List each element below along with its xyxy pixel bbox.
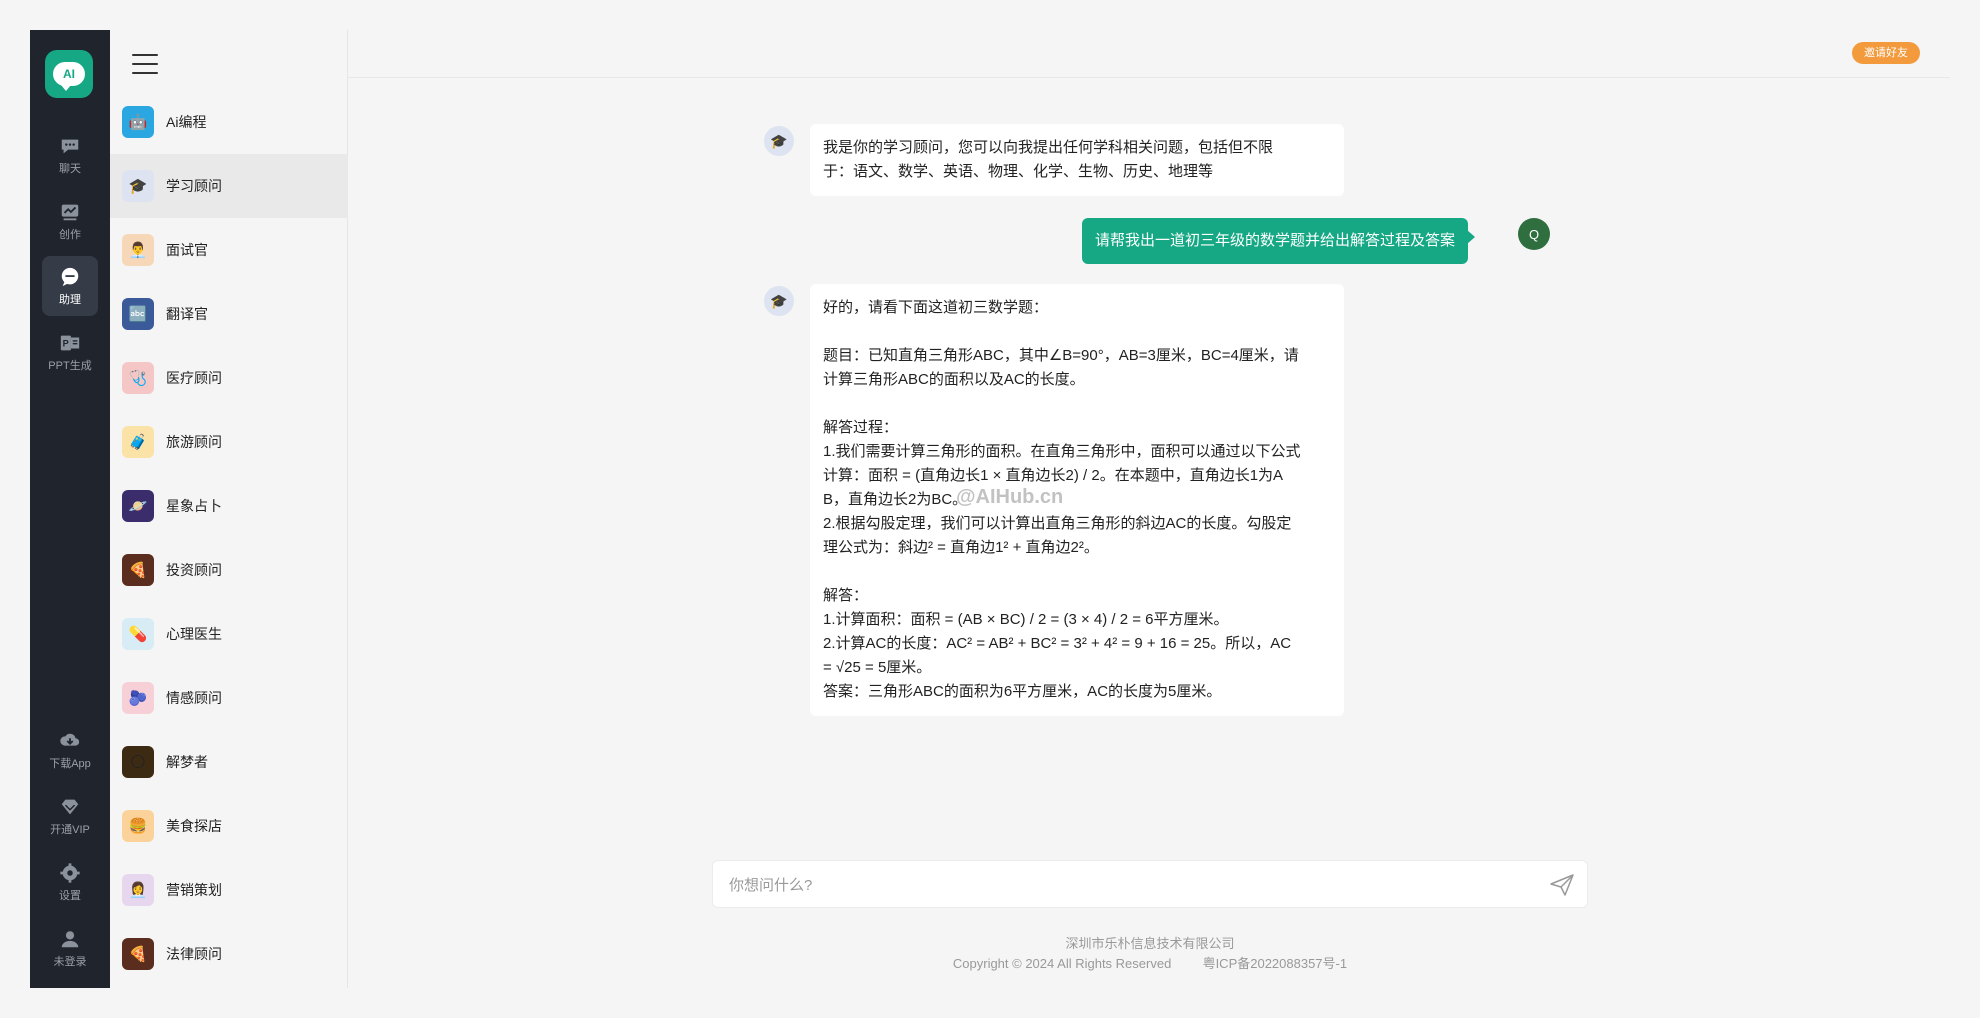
assistant-list-panel: 🤖 Ai编程 🎓 学习顾问 👨‍💼 面试官 🔤 翻译官 🩺 医疗顾问 🧳 旅游顾… [110, 30, 348, 988]
investment-icon: 🍕 [122, 554, 154, 586]
rail-item-label: 设置 [59, 889, 81, 902]
footer-icp-link[interactable]: 粤ICP备2022088357号-1 [1203, 956, 1348, 971]
assistant-label: 美食探店 [166, 818, 222, 834]
invite-friends-button[interactable]: 邀请好友 [1852, 42, 1920, 64]
rail-item-assistant[interactable]: 助理 [42, 256, 98, 316]
assistant-item[interactable]: 🍔 美食探店 [110, 794, 348, 858]
logo-text: AI [53, 62, 85, 91]
diamond-icon [61, 799, 79, 814]
moon-icon: 🌕 [122, 746, 154, 778]
assistant-item[interactable]: 🌕 解梦者 [110, 730, 348, 794]
assistant-label: 翻译官 [166, 306, 208, 322]
assistant-item[interactable]: 🍕 投资顾问 [110, 538, 348, 602]
rail-item-chat[interactable]: 聊天 [42, 125, 98, 185]
assistant-item[interactable]: 🩺 医疗顾问 [110, 346, 348, 410]
download-icon [60, 733, 80, 746]
rail-item-login[interactable]: 未登录 [42, 918, 98, 978]
assistant-label: 解梦者 [166, 754, 208, 770]
gear-icon [60, 862, 80, 883]
planet-icon: 🪐 [122, 490, 154, 522]
chart-icon [61, 204, 79, 220]
assistant-item[interactable]: 🍕 法律顾问 [110, 922, 348, 986]
menu-icon[interactable] [132, 54, 158, 74]
rail-item-vip[interactable]: 开通VIP [42, 786, 98, 846]
graduation-cap-icon: 🎓 [122, 170, 154, 202]
luggage-icon: 🧳 [122, 426, 154, 458]
footer-company: 深圳市乐朴信息技术有限公司 [1065, 936, 1235, 951]
ppt-icon: P [60, 335, 80, 350]
robot-icon: 🤖 [122, 106, 154, 138]
bot-avatar: 🎓 [764, 286, 794, 316]
burger-icon: 🍔 [122, 810, 154, 842]
top-bar: 邀请好友 [348, 30, 1950, 78]
user-message: 请帮我出一道初三年级的数学题并给出解答过程及答案 [1082, 218, 1476, 264]
app-window: AI 聊天 创作 助理 P PPT生成 下载App 开通VIP 设置 未登录 🤖… [30, 30, 1950, 988]
bot-avatar: 🎓 [764, 126, 794, 156]
rail-item-settings[interactable]: 设置 [42, 852, 98, 912]
assistant-item[interactable]: 💊 心理医生 [110, 602, 348, 666]
assistant-item[interactable]: 🔤 翻译官 [110, 282, 348, 346]
rail-item-download-app[interactable]: 下载App [42, 720, 98, 780]
assistant-label: 营销策划 [166, 882, 222, 898]
chat-input[interactable] [729, 873, 1529, 897]
assistant-item[interactable]: 🪐 星象占卜 [110, 474, 348, 538]
assistant-label: 面试官 [166, 242, 208, 258]
rail-item-label: 未登录 [53, 955, 87, 968]
rail-item-ppt[interactable]: P PPT生成 [42, 322, 98, 382]
assistant-item[interactable]: 🤖 Ai编程 [110, 90, 348, 154]
assistant-label: 学习顾问 [166, 178, 222, 194]
assistant-label: 星象占卜 [166, 498, 222, 514]
pill-icon: 💊 [122, 618, 154, 650]
assistant-item[interactable]: 🫐 情感顾问 [110, 666, 348, 730]
interviewer-icon: 👨‍💼 [122, 234, 154, 266]
law-icon: 🍕 [122, 938, 154, 970]
assistant-item[interactable]: 🧳 旅游顾问 [110, 410, 348, 474]
assistant-label: 投资顾问 [166, 562, 222, 578]
rail-item-label: 聊天 [59, 162, 81, 175]
assistant-label: 法律顾问 [166, 946, 222, 962]
user-avatar: Q [1518, 218, 1550, 250]
rail-item-create[interactable]: 创作 [42, 191, 98, 251]
bot-message: 我是你的学习顾问，您可以向我提出任何学科相关问题，包括但不限 于：语文、数学、英… [810, 124, 1344, 196]
user-icon [61, 930, 79, 947]
svg-text:P: P [63, 338, 69, 348]
chat-input-box[interactable] [712, 860, 1588, 908]
rail-item-label: 助理 [59, 293, 81, 306]
footer-legal: Copyright © 2024 All Rights Reserved 粤IC… [712, 953, 1588, 972]
rail-item-label: 开通VIP [50, 823, 90, 836]
rail-item-label: 下载App [49, 757, 91, 770]
assistant-label: 情感顾问 [166, 690, 222, 706]
translate-icon: 🔤 [122, 298, 154, 330]
rail-item-label: 创作 [59, 228, 81, 241]
rail-item-label: PPT生成 [48, 359, 92, 372]
emotion-icon: 🫐 [122, 682, 154, 714]
assistant-label: 心理医生 [166, 626, 222, 642]
assistant-label: Ai编程 [166, 114, 207, 130]
watermark: @AIHub.cn [956, 486, 1064, 508]
assistant-item[interactable]: 👩‍💼 营销策划 [110, 858, 348, 922]
assistant-label: 医疗顾问 [166, 370, 222, 386]
send-icon[interactable] [1549, 873, 1575, 897]
marketer-icon: 👩‍💼 [122, 874, 154, 906]
medical-icon: 🩺 [122, 362, 154, 394]
chat-main: 邀请好友 🎓 我是你的学习顾问，您可以向我提出任何学科相关问题，包括但不限 于：… [348, 30, 1950, 988]
bot-message: 好的，请看下面这道初三数学题： 题目：已知直角三角形ABC，其中∠B=90°，A… [810, 284, 1344, 716]
assistant-item[interactable]: 🎓 学习顾问 [110, 154, 348, 218]
assistant-icon [61, 267, 79, 286]
chat-icon [61, 139, 79, 153]
left-rail: AI 聊天 创作 助理 P PPT生成 下载App 开通VIP 设置 未登录 [30, 30, 110, 988]
footer-copyright: Copyright © 2024 All Rights Reserved [952, 956, 1172, 971]
assistant-item[interactable]: 👨‍💼 面试官 [110, 218, 348, 282]
assistant-label: 旅游顾问 [166, 434, 222, 450]
app-logo[interactable]: AI [45, 50, 93, 98]
